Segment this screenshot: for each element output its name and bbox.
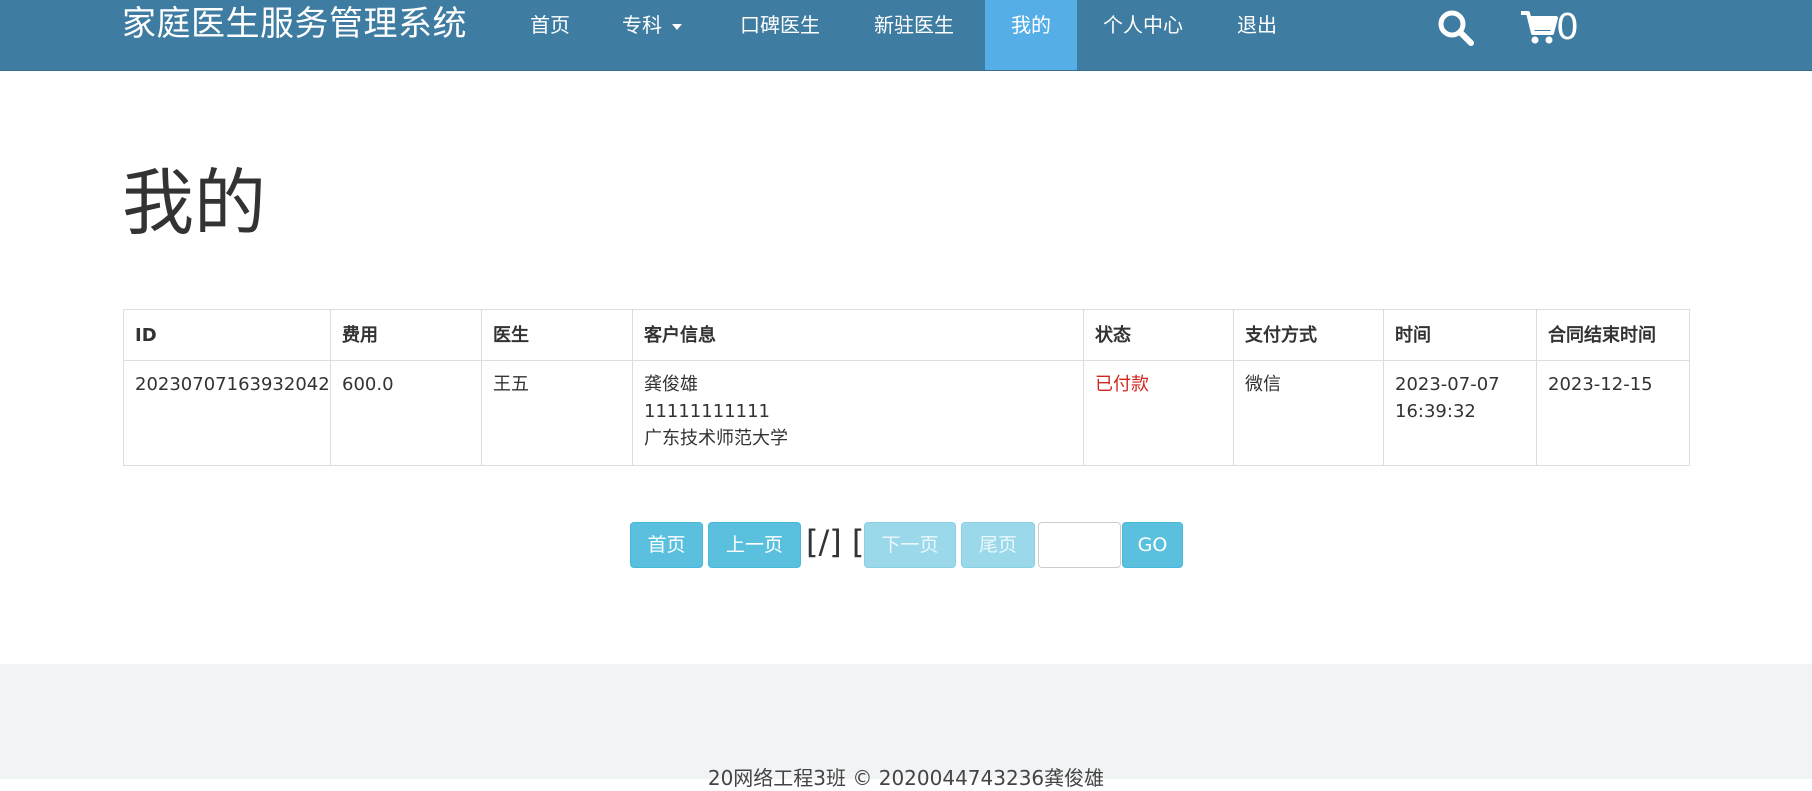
orders-table: ID 费用 医生 客户信息 状态 支付方式 时间 合同结束时间 20230707… <box>123 309 1690 466</box>
caret-down-icon <box>672 23 682 30</box>
nav-popular-doctors-label: 口碑医生 <box>740 13 820 37</box>
cell-doctor: 王五 <box>481 360 633 466</box>
column-header-doctor: 医生 <box>481 309 633 361</box>
customer-name: 龚俊雄 <box>644 374 698 395</box>
next-page-button[interactable]: 下一页 <box>864 522 956 568</box>
footer: 20网络工程3班 © 2020044743236龚俊雄 <box>0 664 1812 790</box>
column-header-status: 状态 <box>1083 309 1234 361</box>
nav-new-doctors-label: 新驻医生 <box>874 13 954 37</box>
cell-time: 2023-07-07 16:39:32 <box>1383 360 1537 466</box>
nav-popular-doctors[interactable]: 口碑医生 <box>740 0 820 70</box>
customer-address: 广东技术师范大学 <box>644 428 788 449</box>
column-header-time: 时间 <box>1383 309 1537 361</box>
cell-contract-end: 2023-12-15 <box>1536 360 1690 466</box>
nav-mine[interactable]: 我的 <box>985 0 1077 70</box>
prev-page-button[interactable]: 上一页 <box>708 522 801 568</box>
cart-icon <box>1521 11 1558 44</box>
table-header-row: ID 费用 医生 客户信息 状态 支付方式 时间 合同结束时间 <box>123 309 1690 361</box>
nav-personal-center-label: 个人中心 <box>1103 13 1183 37</box>
nav-home-label: 首页 <box>530 13 570 37</box>
nav-home[interactable]: 首页 <box>530 0 570 70</box>
nav-mine-label: 我的 <box>1011 13 1051 37</box>
cell-customer-info: 龚俊雄 11111111111 广东技术师范大学 <box>632 360 1084 466</box>
nav-new-doctors[interactable]: 新驻医生 <box>874 0 954 70</box>
nav-logout-label: 退出 <box>1237 13 1277 37</box>
search-icon[interactable] <box>1436 8 1476 48</box>
cell-fee: 600.0 <box>330 360 482 466</box>
column-header-fee: 费用 <box>330 309 482 361</box>
nav-logout[interactable]: 退出 <box>1237 0 1277 70</box>
nav-specialty-label: 专科 <box>622 13 662 37</box>
cell-status: 已付款 <box>1083 360 1234 466</box>
table-row: 20230707163932042 600.0 王五 龚俊雄 111111111… <box>123 360 1690 466</box>
column-header-id: ID <box>123 309 331 361</box>
nav-specialty-dropdown[interactable]: 专科 <box>622 0 682 70</box>
page-title: 我的 <box>122 161 267 245</box>
column-header-customer: 客户信息 <box>632 309 1084 361</box>
top-navbar: 家庭医生服务管理系统 首页 专科 口碑医生 新驻医生 我的 个人中心 退出 0 <box>0 0 1812 71</box>
first-page-button[interactable]: 首页 <box>630 522 703 568</box>
column-header-payment: 支付方式 <box>1233 309 1384 361</box>
cart-count: 0 <box>1556 7 1579 48</box>
go-button[interactable]: GO <box>1122 522 1183 568</box>
cell-order-id: 20230707163932042 <box>123 360 331 466</box>
site-brand[interactable]: 家庭医生服务管理系统 <box>122 0 467 48</box>
footer-copyright: 20网络工程3班 © 2020044743236龚俊雄 <box>707 766 1105 790</box>
page-number-input[interactable] <box>1038 522 1121 568</box>
customer-phone: 11111111111 <box>644 401 770 422</box>
nav-personal-center[interactable]: 个人中心 <box>1103 0 1183 70</box>
column-header-contract-end: 合同结束时间 <box>1536 309 1690 361</box>
last-page-button[interactable]: 尾页 <box>961 522 1035 568</box>
cell-payment-method: 微信 <box>1233 360 1384 466</box>
